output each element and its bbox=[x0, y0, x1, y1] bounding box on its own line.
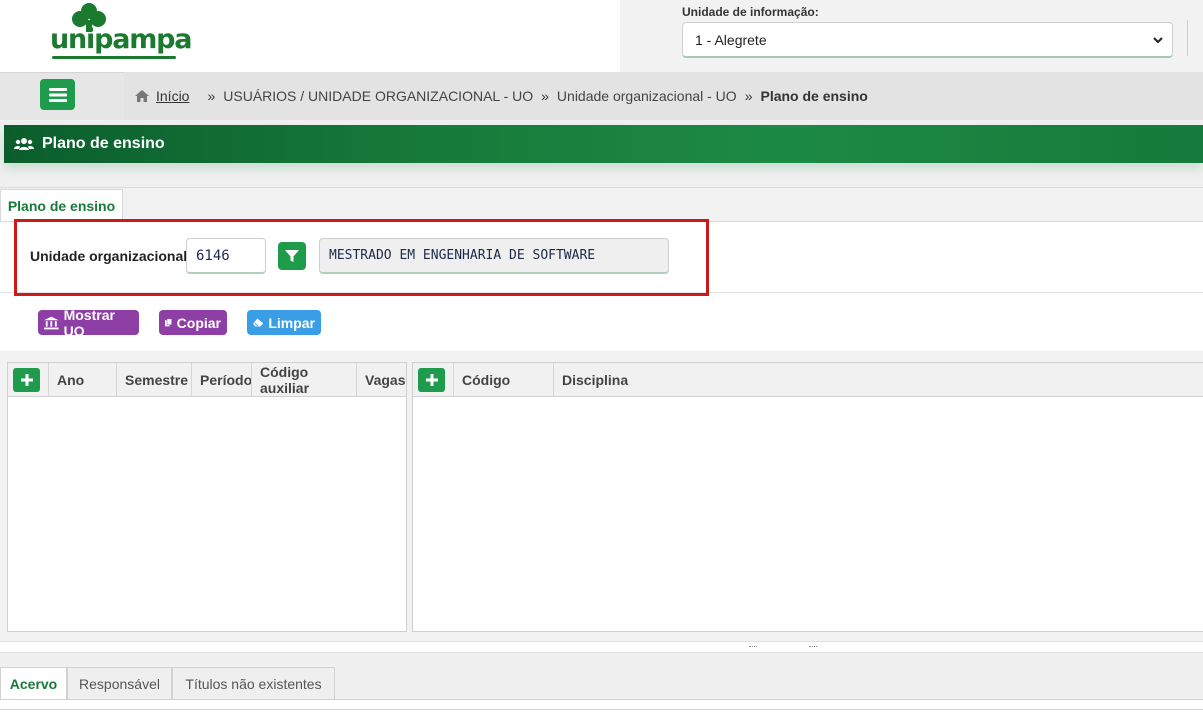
copiar-label: Copiar bbox=[176, 314, 221, 331]
limpar-label: Limpar bbox=[268, 314, 315, 331]
unipampa-logo[interactable]: unipampa bbox=[50, 2, 193, 64]
uo-code-input[interactable]: 6146 bbox=[186, 238, 266, 274]
col-codigo-auxiliar[interactable]: Código auxiliar bbox=[251, 363, 356, 397]
plus-icon bbox=[425, 374, 438, 386]
hamburger-icon bbox=[48, 87, 67, 102]
tab-plano-de-ensino[interactable]: Plano de ensino bbox=[0, 189, 123, 222]
col-semestre[interactable]: Semestre bbox=[116, 363, 191, 397]
plano-grid: Ano Semestre Período Código auxiliar Vag… bbox=[7, 362, 407, 632]
copiar-button[interactable]: Copiar bbox=[159, 310, 227, 335]
add-disciplina-button[interactable] bbox=[418, 368, 445, 392]
plus-icon bbox=[20, 374, 33, 386]
breadcrumb-current: Plano de ensino bbox=[760, 88, 868, 104]
mostrar-uo-button[interactable]: Mostrar UO bbox=[38, 307, 139, 339]
disciplina-grid-header: Código Disciplina bbox=[413, 363, 1203, 397]
splitter-grip[interactable] bbox=[749, 646, 757, 648]
add-plano-button[interactable] bbox=[13, 368, 40, 392]
breadcrumb: Início » USUÁRIOS / UNIDADE ORGANIZACION… bbox=[124, 72, 1203, 120]
breadcrumb-item-usuarios[interactable]: USUÁRIOS / UNIDADE ORGANIZACIONAL - UO bbox=[223, 88, 533, 104]
bottom-panel-divider bbox=[0, 709, 1203, 710]
filter-button[interactable] bbox=[278, 242, 306, 270]
menu-button[interactable] bbox=[40, 79, 75, 110]
home-icon[interactable] bbox=[134, 89, 150, 103]
tab-acervo[interactable]: Acervo bbox=[0, 667, 67, 700]
breadcrumb-item-uo[interactable]: Unidade organizacional - UO bbox=[557, 88, 737, 104]
eraser-icon bbox=[253, 318, 264, 327]
disciplina-grid: Código Disciplina bbox=[412, 362, 1203, 632]
chevron-down-icon bbox=[1153, 37, 1163, 44]
mostrar-uo-label: Mostrar UO bbox=[63, 306, 115, 339]
filter-icon bbox=[285, 250, 299, 262]
copy-icon bbox=[165, 318, 172, 327]
tab-titulos-nao-existentes[interactable]: Títulos não existentes bbox=[172, 667, 335, 700]
plano-grid-header: Ano Semestre Período Código auxiliar Vag… bbox=[8, 363, 406, 397]
splitter-grip[interactable] bbox=[809, 646, 817, 648]
page-title-banner: Plano de ensino bbox=[4, 125, 1203, 163]
uo-label: Unidade organizacional: bbox=[30, 248, 192, 264]
tab-responsavel[interactable]: Responsável bbox=[67, 667, 172, 700]
logo-wordmark: unipampa bbox=[50, 24, 193, 55]
col-codigo[interactable]: Código bbox=[453, 363, 553, 397]
limpar-button[interactable]: Limpar bbox=[247, 310, 321, 335]
unit-select-value: 1 - Alegrete bbox=[695, 31, 767, 48]
unit-label: Unidade de informação: bbox=[682, 5, 819, 19]
logo-underline bbox=[52, 56, 176, 59]
uo-name-field[interactable]: MESTRADO EM ENGENHARIA DE SOFTWARE bbox=[319, 238, 669, 274]
col-disciplina[interactable]: Disciplina bbox=[553, 363, 1203, 397]
header-divider bbox=[1187, 20, 1188, 56]
breadcrumb-separator: » bbox=[207, 88, 216, 104]
page-title: Plano de ensino bbox=[42, 135, 165, 152]
bank-icon bbox=[44, 316, 59, 329]
panel-splitter[interactable] bbox=[0, 641, 1203, 653]
col-ano[interactable]: Ano bbox=[48, 363, 116, 397]
breadcrumb-separator: » bbox=[541, 88, 549, 104]
breadcrumb-separator: » bbox=[744, 88, 753, 104]
col-periodo[interactable]: Período bbox=[191, 363, 252, 397]
users-icon bbox=[14, 137, 34, 151]
breadcrumb-home-link[interactable]: Início bbox=[156, 88, 189, 104]
col-vagas[interactable]: Vagas bbox=[356, 363, 408, 397]
unit-select[interactable]: 1 - Alegrete bbox=[682, 22, 1173, 58]
